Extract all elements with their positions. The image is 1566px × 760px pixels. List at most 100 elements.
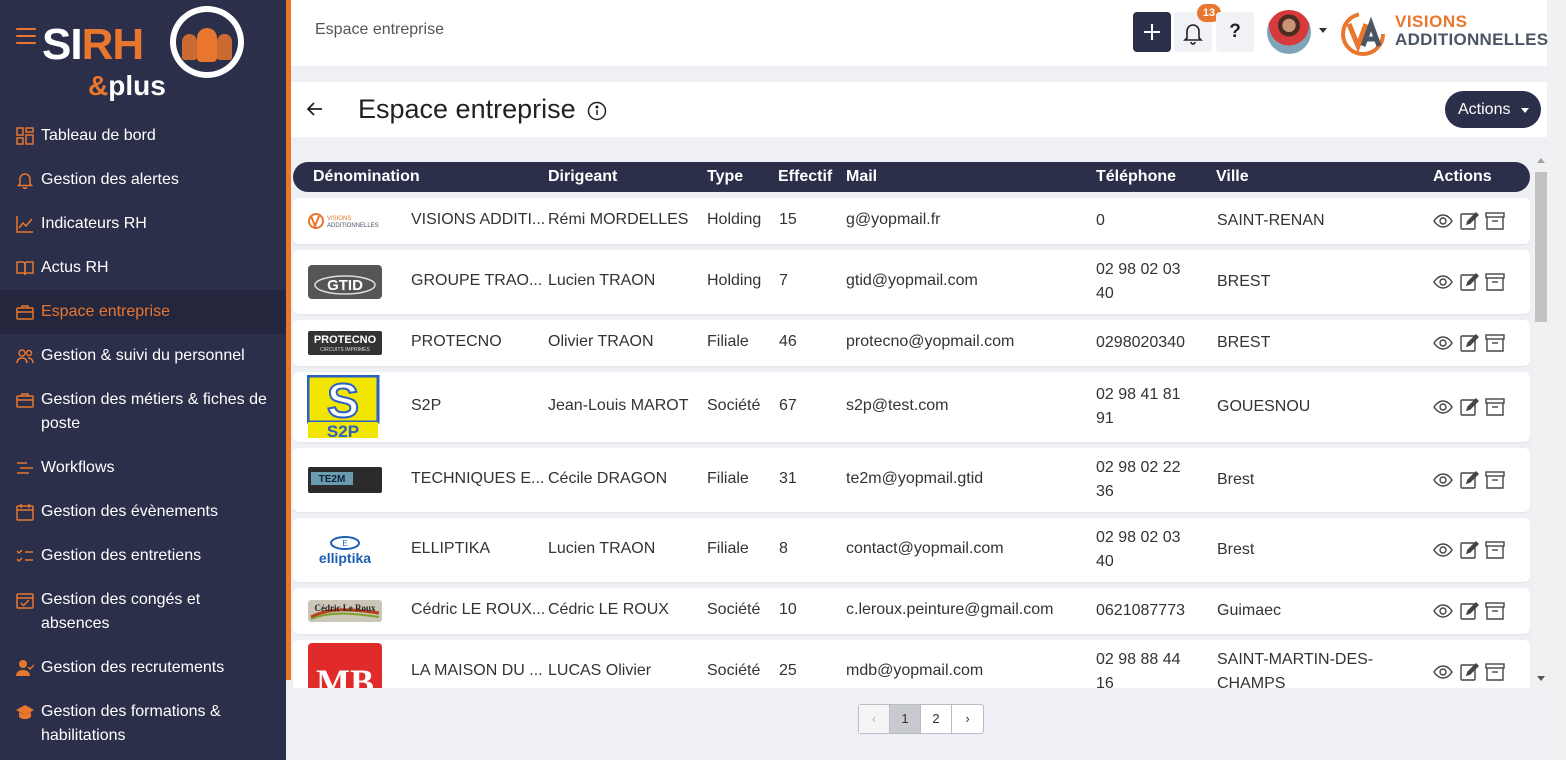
archive-icon[interactable]	[1485, 397, 1505, 417]
table-row[interactable]: PROTECNO CIRCUITS IMPRIMES PROTECNO Olivier…	[293, 320, 1530, 366]
col-mail[interactable]: Mail	[846, 168, 877, 186]
table-row[interactable]: VISIONS ADDITIONNELLES VISIONS ADDITI... Ré…	[293, 198, 1530, 244]
info-icon[interactable]	[587, 101, 607, 121]
type: Filiale	[707, 540, 749, 557]
actions-label: Actions	[1458, 101, 1511, 118]
view-eye-icon[interactable]	[1433, 333, 1453, 353]
view-eye-icon[interactable]	[1433, 662, 1453, 682]
archive-icon[interactable]	[1485, 470, 1505, 490]
edit-icon[interactable]	[1459, 540, 1479, 560]
edit-icon[interactable]	[1459, 211, 1479, 231]
company-name[interactable]: VISIONS ADDITI...	[411, 211, 545, 229]
company-name[interactable]: LA MAISON DU ...	[411, 662, 543, 680]
sidebar-item-formations[interactable]: Gestion des formations & habilitations	[0, 690, 286, 758]
sidebar-item-metiers[interactable]: Gestion des métiers & fiches de poste	[0, 378, 286, 446]
sidebar-item-espace-entreprise[interactable]: Espace entreprise	[0, 290, 286, 334]
col-telephone[interactable]: Téléphone	[1096, 168, 1176, 186]
topbar: Espace entreprise 13 ? VISIONS ADDITIONN…	[291, 0, 1548, 66]
company-logo: Eelliptika	[307, 533, 383, 572]
help-button[interactable]: ?	[1216, 12, 1254, 52]
edit-icon[interactable]	[1459, 662, 1479, 682]
sidebar-item-alertes[interactable]: Gestion des alertes	[0, 158, 286, 202]
sidebar-item-recrutements[interactable]: Gestion des recrutements	[0, 646, 286, 690]
sidebar-item-actus[interactable]: Actus RH	[0, 246, 286, 290]
edit-icon[interactable]	[1459, 333, 1479, 353]
view-eye-icon[interactable]	[1433, 470, 1453, 490]
view-eye-icon[interactable]	[1433, 272, 1453, 292]
actions-dropdown-button[interactable]: Actions	[1445, 91, 1541, 128]
sidebar-item-tableau-de-bord[interactable]: Tableau de bord	[0, 114, 286, 158]
type: Filiale	[707, 470, 749, 487]
effectif: 8	[779, 540, 788, 557]
table-row[interactable]: TE2M TECHNIQUES E... Cécile DRAGON Filiale 3…	[293, 448, 1530, 512]
company-name[interactable]: TECHNIQUES E...	[411, 470, 544, 488]
mail: te2m@yopmail.gtid	[846, 470, 984, 487]
breadcrumb[interactable]: Espace entreprise	[315, 21, 444, 39]
effectif: 67	[779, 397, 797, 414]
sidebar-item-label: Gestion des métiers & fiches de poste	[41, 391, 267, 432]
table-row[interactable]: Cédric Le Roux Cédric LE ROUX... Cédric LE…	[293, 588, 1530, 634]
back-arrow-icon[interactable]	[305, 99, 325, 119]
notifications-button[interactable]: 13	[1174, 4, 1221, 52]
pagination-next[interactable]: ›	[952, 705, 983, 733]
pagination-page-1[interactable]: 1	[890, 705, 921, 733]
pagination-prev[interactable]: ‹	[859, 705, 890, 733]
dirigeant: Jean-Louis MAROT	[548, 397, 689, 414]
sidebar-nav: Tableau de bord Gestion des alertes Indi…	[0, 114, 286, 758]
edit-icon[interactable]	[1459, 601, 1479, 621]
edit-icon[interactable]	[1459, 272, 1479, 292]
view-eye-icon[interactable]	[1433, 601, 1453, 621]
col-type[interactable]: Type	[707, 168, 743, 186]
pagination: ‹ 1 2 ›	[858, 704, 984, 734]
hamburger-menu-icon[interactable]	[16, 28, 36, 46]
sidebar-item-conges[interactable]: Gestion des congés et absences	[0, 578, 286, 646]
col-ville[interactable]: Ville	[1216, 168, 1249, 186]
chevron-down-icon[interactable]	[1319, 28, 1327, 33]
page-header: Espace entreprise Actions	[291, 82, 1547, 137]
archive-icon[interactable]	[1485, 211, 1505, 231]
view-eye-icon[interactable]	[1433, 397, 1453, 417]
company-name[interactable]: PROTECNO	[411, 333, 502, 351]
scroll-down-arrow-icon[interactable]	[1537, 676, 1545, 681]
dashboard-icon	[16, 127, 34, 145]
view-eye-icon[interactable]	[1433, 540, 1453, 560]
logo-text: PROTECNO	[314, 334, 377, 346]
sidebar-item-entretiens[interactable]: Gestion des entretiens	[0, 534, 286, 578]
effectif: 25	[779, 662, 797, 679]
pagination-page-2[interactable]: 2	[921, 705, 952, 733]
row-actions	[1433, 211, 1505, 231]
sidebar-item-personnel[interactable]: Gestion & suivi du personnel	[0, 334, 286, 378]
sidebar-item-label: Gestion des alertes	[41, 171, 179, 188]
sidebar-item-indicateurs[interactable]: Indicateurs RH	[0, 202, 286, 246]
app-logo[interactable]: SIRH &plus	[42, 6, 252, 102]
archive-icon[interactable]	[1485, 272, 1505, 292]
sidebar-item-evenements[interactable]: Gestion des évènements	[0, 490, 286, 534]
company-name[interactable]: GROUPE TRAO...	[411, 272, 542, 290]
edit-icon[interactable]	[1459, 397, 1479, 417]
page-scrollbar[interactable]	[1549, 0, 1566, 760]
add-button[interactable]	[1133, 12, 1171, 52]
company-name[interactable]: ELLIPTIKA	[411, 540, 490, 558]
table-row[interactable]: Eelliptika ELLIPTIKA Lucien TRAON Filiale 8 c…	[293, 518, 1530, 582]
col-dirigeant[interactable]: Dirigeant	[548, 168, 617, 186]
archive-icon[interactable]	[1485, 333, 1505, 353]
avatar[interactable]	[1267, 10, 1311, 54]
table-row[interactable]: MB LA MAISON DU ... LUCAS Olivier Société 25…	[293, 640, 1530, 688]
scroll-up-arrow-icon[interactable]	[1537, 158, 1545, 163]
table-row[interactable]: GTID GROUPE TRAO... Lucien TRAON Holding 7 gt…	[293, 250, 1530, 314]
archive-icon[interactable]	[1485, 662, 1505, 682]
company-name[interactable]: S2P	[411, 397, 441, 415]
dirigeant: Cécile DRAGON	[548, 470, 668, 487]
col-effectif[interactable]: Effectif	[778, 168, 832, 186]
col-denomination[interactable]: Dénomination	[313, 168, 420, 186]
table-scrollbar-thumb[interactable]	[1535, 172, 1547, 322]
archive-icon[interactable]	[1485, 540, 1505, 560]
edit-icon[interactable]	[1459, 470, 1479, 490]
row-actions	[1433, 333, 1505, 353]
company-name[interactable]: Cédric LE ROUX...	[411, 601, 545, 619]
company-logo: TE2M	[307, 466, 383, 499]
sidebar-item-workflows[interactable]: Workflows	[0, 446, 286, 490]
view-eye-icon[interactable]	[1433, 211, 1453, 231]
archive-icon[interactable]	[1485, 601, 1505, 621]
table-row[interactable]: S S2P S2P Jean-Louis MAROT Société 67 s2p@test…	[293, 372, 1530, 442]
